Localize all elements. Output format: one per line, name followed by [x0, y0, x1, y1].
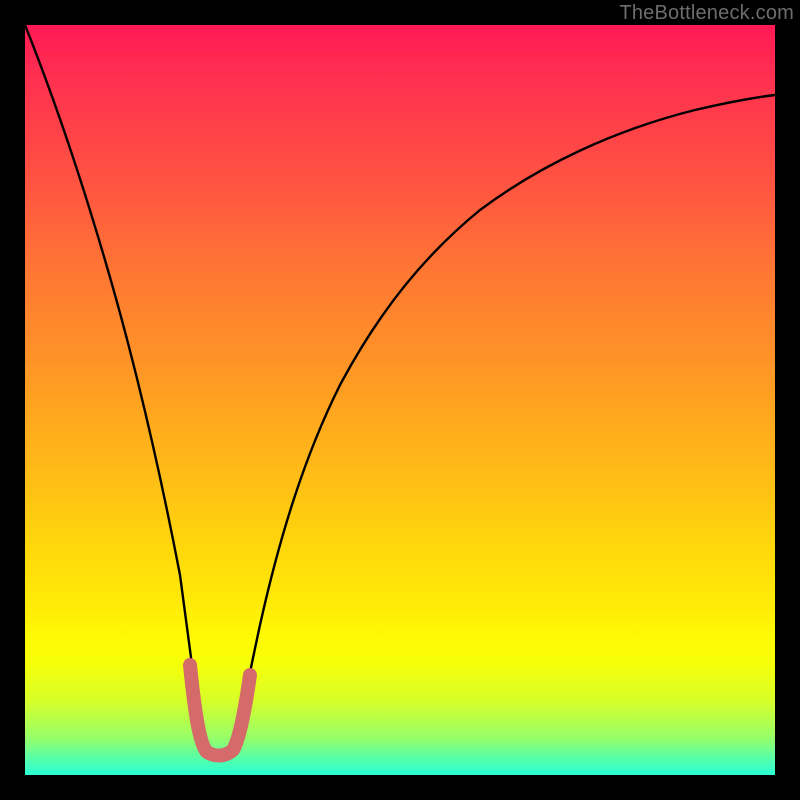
bottleneck-curve-svg	[25, 25, 775, 775]
bottleneck-curve	[25, 25, 775, 753]
optimal-zone-highlight	[190, 665, 250, 756]
chart-frame: TheBottleneck.com	[0, 0, 800, 800]
watermark-text: TheBottleneck.com	[619, 2, 794, 25]
chart-plot-area	[25, 25, 775, 775]
